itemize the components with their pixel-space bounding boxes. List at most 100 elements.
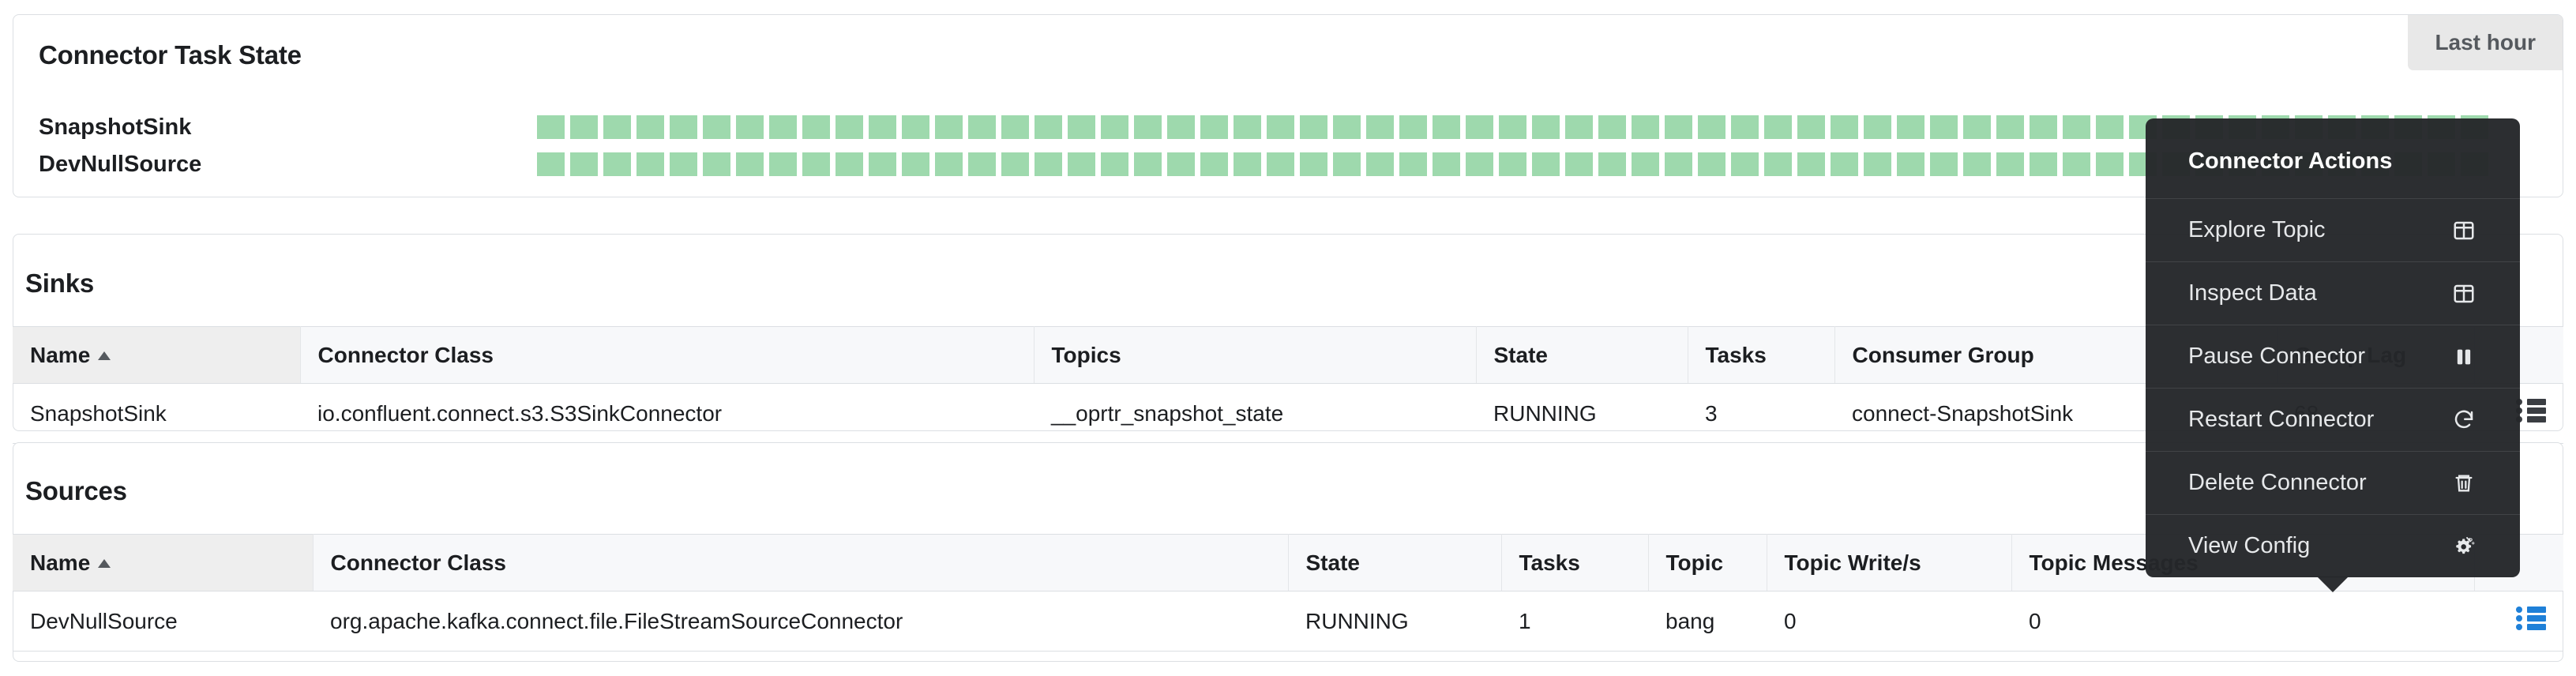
task-state-bar[interactable] xyxy=(1598,152,1626,176)
task-state-bar[interactable] xyxy=(636,152,664,176)
task-state-bar[interactable] xyxy=(1333,115,1361,139)
task-state-bar[interactable] xyxy=(736,152,764,176)
task-state-bar[interactable] xyxy=(1532,115,1560,139)
task-state-bar[interactable] xyxy=(1565,115,1593,139)
task-state-bar[interactable] xyxy=(1996,115,2024,139)
task-state-bar[interactable] xyxy=(869,152,896,176)
sinks-col-connector-class[interactable]: Connector Class xyxy=(300,326,1035,384)
task-state-bar[interactable] xyxy=(1001,152,1029,176)
task-state-bar[interactable] xyxy=(1698,152,1725,176)
task-state-bar[interactable] xyxy=(1399,115,1427,139)
task-state-bar[interactable] xyxy=(836,152,863,176)
task-state-bar[interactable] xyxy=(1234,115,1261,139)
menu-item-pause-connector[interactable]: Pause Connector xyxy=(2146,325,2520,388)
task-state-bar[interactable] xyxy=(1035,152,1062,176)
task-state-bar[interactable] xyxy=(603,115,631,139)
task-state-bar[interactable] xyxy=(1499,152,1526,176)
task-state-bar[interactable] xyxy=(1797,115,1825,139)
task-state-bar[interactable] xyxy=(1366,152,1394,176)
task-state-bar[interactable] xyxy=(1797,152,1825,176)
task-state-bar[interactable] xyxy=(935,152,963,176)
task-state-bar[interactable] xyxy=(1665,115,1692,139)
menu-item-view-config[interactable]: View Config xyxy=(2146,515,2520,577)
task-state-bar[interactable] xyxy=(1200,152,1228,176)
task-state-bar[interactable] xyxy=(1101,152,1128,176)
sinks-col-name[interactable]: Name xyxy=(13,326,301,384)
task-state-bar[interactable] xyxy=(1996,152,2024,176)
menu-item-restart-connector[interactable]: Restart Connector xyxy=(2146,389,2520,451)
task-state-bar[interactable] xyxy=(1068,152,1095,176)
task-state-bar[interactable] xyxy=(968,152,996,176)
task-state-bar[interactable] xyxy=(869,115,896,139)
task-state-bar[interactable] xyxy=(1831,115,1858,139)
sources-col-state[interactable]: State xyxy=(1288,534,1502,592)
task-state-bar[interactable] xyxy=(2030,152,2057,176)
task-state-bar[interactable] xyxy=(1963,152,1991,176)
task-state-bar[interactable] xyxy=(1764,152,1792,176)
task-state-bar[interactable] xyxy=(1134,152,1162,176)
task-state-bar[interactable] xyxy=(1366,115,1394,139)
task-state-bar[interactable] xyxy=(2030,115,2057,139)
task-state-bar[interactable] xyxy=(802,152,830,176)
task-state-bar[interactable] xyxy=(703,152,730,176)
task-state-bar[interactable] xyxy=(968,115,996,139)
task-state-bar[interactable] xyxy=(935,115,963,139)
task-state-bar[interactable] xyxy=(1333,152,1361,176)
task-state-bar[interactable] xyxy=(902,152,929,176)
task-state-bar[interactable] xyxy=(1565,152,1593,176)
task-state-bar[interactable] xyxy=(537,152,565,176)
task-state-bar[interactable] xyxy=(736,115,764,139)
task-state-bar[interactable] xyxy=(2096,115,2124,139)
table-row[interactable]: DevNullSource org.apache.kafka.connect.f… xyxy=(13,591,2563,652)
sources-col-topic-writes[interactable]: Topic Write/s xyxy=(1767,534,2012,592)
sources-col-topic[interactable]: Topic xyxy=(1648,534,1767,592)
task-state-bar[interactable] xyxy=(1433,152,1460,176)
task-state-bar[interactable] xyxy=(1897,115,1924,139)
task-state-bar[interactable] xyxy=(1532,152,1560,176)
task-state-bar[interactable] xyxy=(537,115,565,139)
task-state-bar[interactable] xyxy=(1167,152,1195,176)
task-state-bar[interactable] xyxy=(1897,152,1924,176)
task-state-bar[interactable] xyxy=(1466,115,1493,139)
task-state-bar[interactable] xyxy=(1731,152,1759,176)
task-state-bar[interactable] xyxy=(1001,115,1029,139)
task-state-bar[interactable] xyxy=(670,115,697,139)
task-state-bar[interactable] xyxy=(1300,115,1327,139)
sinks-col-topics[interactable]: Topics xyxy=(1034,326,1477,384)
sources-col-connector-class[interactable]: Connector Class xyxy=(313,534,1289,592)
menu-item-explore-topic[interactable]: Explore Topic xyxy=(2146,199,2520,261)
task-state-bar[interactable] xyxy=(1632,115,1659,139)
task-state-bar[interactable] xyxy=(1101,115,1128,139)
sinks-col-state[interactable]: State xyxy=(1476,326,1688,384)
task-state-bar[interactable] xyxy=(1731,115,1759,139)
sources-row-actions-button[interactable] xyxy=(2474,591,2563,652)
task-state-bar[interactable] xyxy=(1300,152,1327,176)
task-state-bar[interactable] xyxy=(836,115,863,139)
task-state-bar[interactable] xyxy=(1399,152,1427,176)
task-state-bar[interactable] xyxy=(1068,115,1095,139)
task-state-bar[interactable] xyxy=(703,115,730,139)
menu-item-inspect-data[interactable]: Inspect Data xyxy=(2146,262,2520,325)
task-state-bar[interactable] xyxy=(1632,152,1659,176)
sources-col-tasks[interactable]: Tasks xyxy=(1501,534,1649,592)
task-state-bar[interactable] xyxy=(1930,152,1958,176)
task-state-bar[interactable] xyxy=(570,152,598,176)
task-state-bar[interactable] xyxy=(1499,115,1526,139)
sinks-col-tasks[interactable]: Tasks xyxy=(1688,326,1835,384)
task-state-bar[interactable] xyxy=(1963,115,1991,139)
task-state-bar[interactable] xyxy=(802,115,830,139)
task-state-bar[interactable] xyxy=(1035,115,1062,139)
task-state-bar[interactable] xyxy=(1665,152,1692,176)
task-state-bar[interactable] xyxy=(1267,115,1294,139)
time-range-button[interactable]: Last hour xyxy=(2408,15,2563,70)
task-state-bar[interactable] xyxy=(1598,115,1626,139)
task-state-bar[interactable] xyxy=(1134,115,1162,139)
task-state-bar[interactable] xyxy=(1930,115,1958,139)
task-state-bar[interactable] xyxy=(570,115,598,139)
task-state-bar[interactable] xyxy=(1234,152,1261,176)
task-state-bar[interactable] xyxy=(1864,152,1891,176)
task-state-bar[interactable] xyxy=(902,115,929,139)
task-state-bar[interactable] xyxy=(1466,152,1493,176)
task-state-bar[interactable] xyxy=(1200,115,1228,139)
task-state-bar[interactable] xyxy=(1267,152,1294,176)
